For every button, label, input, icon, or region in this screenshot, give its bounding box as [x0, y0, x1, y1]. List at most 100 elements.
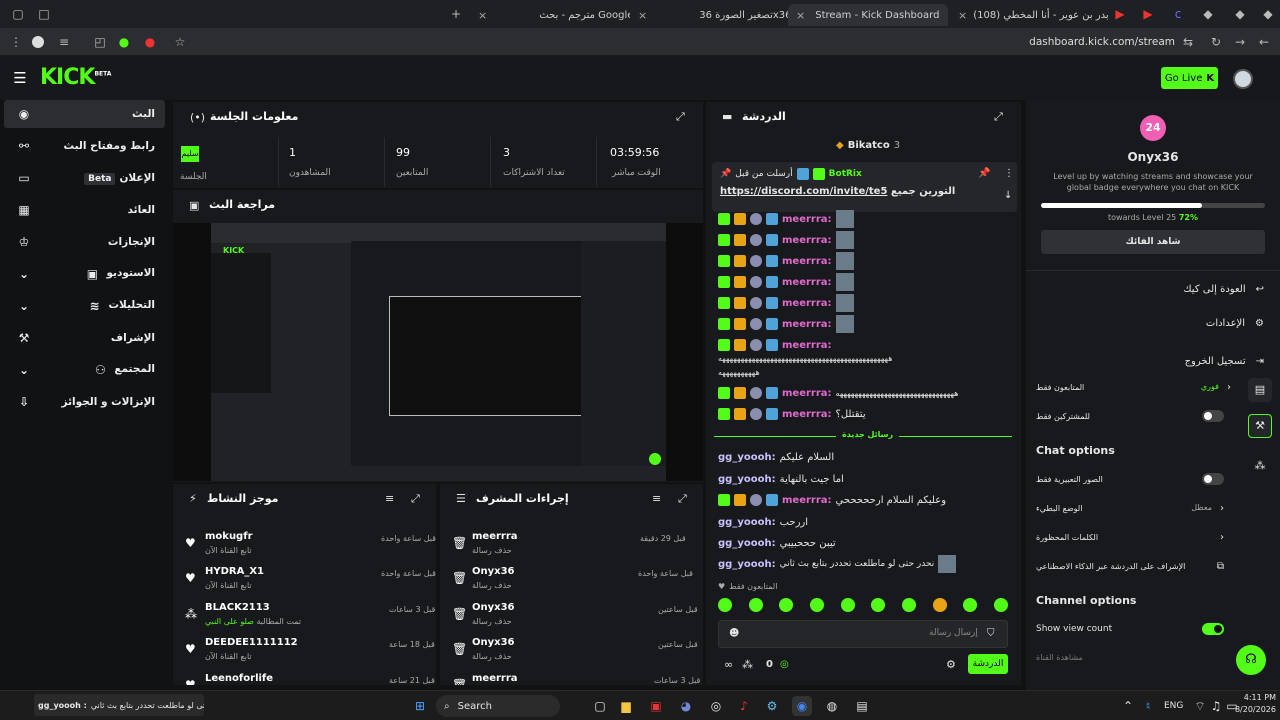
unpin-icon[interactable]: 📌 — [978, 168, 990, 179]
ai-moderation-row[interactable]: الإشراف على الدردشة عبر الذكاء الاصطناعي… — [1036, 553, 1224, 579]
collapse-icon[interactable]: ↓ — [1004, 190, 1012, 201]
watch-button[interactable]: شاهد الفائك — [1041, 230, 1265, 254]
site-settings-icon[interactable]: ⇆ — [1180, 34, 1196, 50]
logout-item[interactable]: تسجيل الخروج ⇥ — [1036, 348, 1264, 374]
show-view-count-row[interactable]: Show view count — [1036, 616, 1224, 642]
emote-button[interactable] — [718, 598, 732, 612]
url-field[interactable]: dashboard.kick.com/stream — [1029, 36, 1175, 48]
kick-logo[interactable]: KICKBETA — [40, 65, 111, 90]
emote-button[interactable] — [748, 598, 763, 612]
close-icon[interactable]: × — [638, 9, 647, 22]
moderation-tool-icon[interactable]: ⚒ — [1248, 414, 1272, 438]
chat-settings-icon[interactable]: ▤ — [1248, 378, 1272, 402]
tray-chevron-icon[interactable]: ⌃ — [1118, 696, 1138, 716]
banned-words-row[interactable]: الكلمات المحظورة › — [1036, 524, 1224, 550]
tiktok-icon[interactable]: ♪ — [734, 696, 754, 716]
app-icon[interactable]: ◎ — [706, 696, 726, 716]
close-icon[interactable]: × — [478, 9, 487, 22]
settings-item[interactable]: الإعدادات ⚙ — [1036, 310, 1264, 336]
gear-icon[interactable]: ⚙ — [946, 658, 956, 671]
followers-only-row[interactable]: المتابعون فقط فوري › — [1036, 374, 1231, 400]
back-icon[interactable]: ← — [1256, 34, 1272, 50]
extension-icon[interactable]: ≡ — [56, 34, 72, 50]
task-view-icon[interactable]: ▢ — [590, 696, 610, 716]
tab-icon[interactable]: ◆ — [1200, 6, 1216, 22]
expand-icon[interactable]: ⤢ — [676, 110, 685, 124]
tab-icon[interactable]: ◆ — [1232, 6, 1248, 22]
file-explorer-icon[interactable]: ▆ — [616, 696, 636, 716]
filter-icon[interactable]: ≡ — [385, 492, 394, 505]
expand-icon[interactable]: ⤢ — [411, 492, 420, 506]
go-live-button[interactable]: Go Live K — [1161, 67, 1218, 89]
emote-button[interactable] — [932, 598, 947, 612]
more-icon[interactable]: ⋮ — [1004, 168, 1014, 179]
obs-icon[interactable]: ◍ — [822, 696, 842, 716]
slow-mode-row[interactable]: الوضع البطيء معطل › — [1036, 495, 1224, 521]
emote-button[interactable] — [809, 598, 824, 612]
stream-preview-video[interactable]: KICK — [173, 223, 703, 481]
tab-translate[interactable]: × مترجم - بحث Google ● — [470, 4, 630, 26]
tab-icon[interactable]: ◆ — [1260, 6, 1276, 22]
close-icon[interactable]: × — [796, 9, 805, 22]
sidebar-item-stream[interactable]: ◉ البث — [4, 100, 165, 128]
shield-icon[interactable]: ⛉ — [987, 628, 995, 639]
emote-only-toggle[interactable] — [1202, 473, 1224, 485]
tab-kick-dashboard[interactable]: × Stream - Kick Dashboard K — [788, 4, 948, 26]
emote-button[interactable] — [779, 598, 794, 612]
close-icon[interactable]: × — [958, 9, 967, 22]
show-view-count-toggle[interactable] — [1202, 623, 1224, 635]
clock-date[interactable]: 8/20/2026 — [1228, 705, 1276, 714]
infinity-icon[interactable]: ∞ — [724, 658, 733, 671]
clock-time[interactable]: 4:11 PM — [1232, 693, 1276, 702]
youtube-icon[interactable]: ▶ — [1112, 6, 1128, 22]
avatar[interactable] — [1233, 69, 1253, 89]
new-tab-icon[interactable]: + — [448, 6, 464, 22]
chrome-icon[interactable]: ◉ — [792, 696, 812, 716]
forward-icon[interactable]: → — [1232, 34, 1248, 50]
app-icon[interactable]: ▣ — [646, 696, 666, 716]
sidebar-item-revenue[interactable]: ▦ العائد — [4, 196, 165, 224]
extension-icon[interactable]: ◰ — [92, 34, 108, 50]
subscribers-only-row[interactable]: للمشتركين فقط — [1036, 403, 1224, 429]
notification-preview[interactable]: gg_yoooh :نحدر حتى لو ماطلعت تحددر بتابع… — [34, 694, 204, 716]
windows-start-icon[interactable]: ⊞ — [410, 696, 430, 716]
star-icon[interactable]: ☆ — [172, 34, 188, 50]
mic-icon[interactable]: ♮ — [1138, 696, 1158, 716]
tab-list-icon[interactable]: □ — [36, 6, 52, 22]
emoji-icon[interactable]: ☻ — [729, 628, 739, 639]
tab-resize[interactable]: × تصغير الصورة 36x36 — [630, 4, 790, 26]
window-menu-icon[interactable]: ▢ — [10, 6, 26, 22]
extension-icon[interactable]: ● — [116, 34, 132, 50]
emote-button[interactable] — [840, 598, 855, 612]
sidebar-item-ads[interactable]: ▭ Beta الإعلان — [4, 164, 165, 192]
sidebar-item-community[interactable]: ⌄ ⚇ المجتمع — [4, 356, 165, 384]
sidebar-item-achievements[interactable]: ♔ الإنجازات — [4, 228, 165, 256]
hamburger-menu-icon[interactable]: ☰ — [12, 70, 28, 86]
support-icon[interactable]: ☊ — [1236, 645, 1266, 675]
discord-icon[interactable]: ◕ — [676, 696, 696, 716]
app-icon[interactable]: ▤ — [852, 696, 872, 716]
pinned-message[interactable]: 📌 أرسلت من قبل BotRix https://discord.com/… — [712, 162, 1017, 212]
sidebar-item-analytics[interactable]: ⌄ ≋ التحليلات — [4, 292, 165, 320]
reward-icon[interactable]: ⁂ — [742, 658, 753, 671]
send-chat-button[interactable]: الدردشة — [968, 654, 1008, 674]
sidebar-item-stream-key[interactable]: ⚯ رابط ومفتاح البث — [4, 132, 165, 160]
emote-button[interactable] — [901, 598, 916, 612]
community-icon[interactable]: ⁂ — [1248, 454, 1272, 478]
menu-dots-icon[interactable]: ⋮ — [8, 34, 24, 50]
youtube-icon[interactable]: ▶ — [1140, 6, 1156, 22]
steam-icon[interactable]: ⚙ — [762, 696, 782, 716]
expand-icon[interactable]: ⤢ — [994, 110, 1003, 124]
chat-input[interactable]: ☻ إرسال رسالة ⛉ — [718, 620, 1008, 648]
tab-youtube[interactable]: × (108) بدر بن عوير - أنا المخطي — [950, 4, 1108, 26]
profile-icon[interactable] — [32, 36, 44, 48]
filter-icon[interactable]: ≡ — [652, 492, 661, 505]
subscribers-only-toggle[interactable] — [1202, 410, 1224, 422]
tab-icon[interactable]: c — [1170, 6, 1186, 22]
expand-icon[interactable]: ⤢ — [678, 492, 687, 506]
emote-only-row[interactable]: الصور التعبيرية فقط — [1036, 466, 1224, 492]
sidebar-item-moderation[interactable]: ⚒ الإشراف — [4, 324, 165, 352]
extension-icon[interactable]: ● — [142, 34, 158, 50]
emote-button[interactable] — [963, 598, 978, 612]
language-indicator[interactable]: ENG — [1164, 701, 1183, 711]
